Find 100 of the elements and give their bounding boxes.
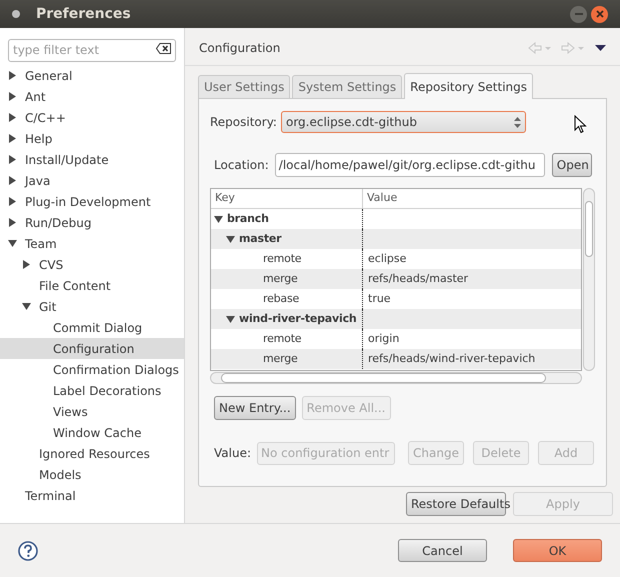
tree-item-label: Window Cache xyxy=(53,424,142,442)
expanded-arrow-icon[interactable] xyxy=(226,234,235,244)
tree-item-label: Models xyxy=(39,466,82,484)
value-cell-text: origin xyxy=(367,330,400,347)
table-row[interactable]: merge refs/heads/wind-river-tepavich xyxy=(211,349,581,369)
expanded-arrow-icon[interactable] xyxy=(226,314,235,324)
expanded-arrow-icon[interactable] xyxy=(22,302,31,311)
open-button[interactable]: Open xyxy=(552,153,592,177)
tree-item-label: Confirmation Dialogs xyxy=(53,362,179,378)
tree-item[interactable]: Terminal xyxy=(0,485,184,506)
close-button[interactable] xyxy=(591,6,608,22)
tree-item-label: CVS xyxy=(39,256,64,274)
window-title: Preferences xyxy=(36,4,131,24)
key-cell-text: rebase xyxy=(262,290,300,307)
key-cell-text: remote xyxy=(262,250,302,267)
collapsed-arrow-icon[interactable] xyxy=(8,134,17,143)
tab[interactable]: System Settings xyxy=(292,75,402,98)
value-cell-text: true xyxy=(367,290,392,307)
entry-button[interactable]: New Entry... xyxy=(214,396,296,420)
tree-item-label: Configuration xyxy=(53,340,134,358)
tree-item-label: C/C++ xyxy=(25,110,66,126)
tree-item-label: Plug-in Development xyxy=(25,194,151,210)
collapsed-arrow-icon[interactable] xyxy=(8,113,17,122)
key-cell-text: merge xyxy=(262,350,298,367)
filter-field[interactable]: type filter text xyxy=(8,38,176,62)
value-cell-text: refs/heads/wind-river-tepavich xyxy=(367,350,536,367)
tree-item-label: Terminal xyxy=(25,488,76,504)
tree-item[interactable]: General xyxy=(0,65,184,86)
cancel-button[interactable]: Cancel xyxy=(398,539,487,562)
tree-item[interactable]: Help xyxy=(0,128,184,149)
tree-item[interactable]: Ignored Resources xyxy=(0,443,184,464)
tree-item-label: File Content xyxy=(39,278,111,294)
value-cell-text: eclipse xyxy=(367,250,408,267)
repository-label: Repository: xyxy=(210,114,277,131)
mouse-pointer-icon xyxy=(574,115,587,134)
tree-item-label: Commit Dialog xyxy=(53,320,142,336)
collapsed-arrow-icon[interactable] xyxy=(8,176,17,185)
tree-item[interactable]: Models xyxy=(0,464,184,485)
window-menu-icon[interactable] xyxy=(12,10,20,18)
tree-item[interactable]: Views xyxy=(0,401,184,422)
tree-item[interactable]: Java xyxy=(0,170,184,191)
tree-item[interactable]: Install/Update xyxy=(0,149,184,170)
tree-item-label: Views xyxy=(53,404,88,420)
tree-item-label: Help xyxy=(25,130,52,148)
tree-item[interactable]: Git xyxy=(0,296,184,317)
tree-item[interactable]: C/C++ xyxy=(0,107,184,128)
clear-icon[interactable] xyxy=(156,43,171,54)
menu-icon[interactable] xyxy=(595,44,606,50)
key-cell-text: remote xyxy=(262,330,302,347)
key-cell-text: master xyxy=(239,230,282,247)
collapsed-arrow-icon[interactable] xyxy=(8,92,17,101)
collapsed-arrow-icon[interactable] xyxy=(8,155,17,164)
tree-item-label: Label Decorations xyxy=(53,382,162,400)
ok-button[interactable]: OK xyxy=(513,539,602,562)
collapsed-arrow-icon[interactable] xyxy=(8,197,17,206)
collapsed-arrow-icon[interactable] xyxy=(8,218,17,227)
table-row[interactable]: wind-river-tepavich xyxy=(211,309,581,329)
expanded-arrow-icon[interactable] xyxy=(214,214,223,224)
tree-item-label: General xyxy=(25,68,72,84)
location-field[interactable]: /local/home/pawel/git/org.eclipse.cdt-githu xyxy=(274,153,545,177)
spinner-arrows-icon xyxy=(514,116,521,128)
table-row[interactable]: merge refs/heads/master xyxy=(211,269,581,289)
help-icon[interactable] xyxy=(18,540,38,560)
tree-item-label: Ignored Resources xyxy=(39,446,150,462)
tree-item[interactable]: Label Decorations xyxy=(0,380,184,401)
tree-item[interactable]: Confirmation Dialogs xyxy=(0,359,184,380)
column-header[interactable]: Key xyxy=(211,189,363,208)
tree-item-label: Team xyxy=(25,236,57,252)
expanded-arrow-icon[interactable] xyxy=(8,239,17,248)
tree-item-label: Run/Debug xyxy=(25,214,92,232)
tab[interactable]: Repository Settings xyxy=(404,73,534,99)
tree-item[interactable]: Team xyxy=(0,233,184,254)
key-cell-text: wind-river-tepavich xyxy=(239,310,357,327)
table-row[interactable]: master xyxy=(211,229,581,249)
value-label: Value: xyxy=(214,445,251,462)
horizontal-scrollbar[interactable] xyxy=(210,372,582,384)
key-cell-text: branch xyxy=(227,210,269,227)
tree-item[interactable]: Run/Debug xyxy=(0,212,184,233)
tree-item[interactable]: Configuration xyxy=(0,338,184,359)
collapsed-arrow-icon[interactable] xyxy=(22,260,31,269)
vertical-scrollbar[interactable] xyxy=(583,188,595,371)
close-icon xyxy=(596,10,604,18)
page-title: Configuration xyxy=(199,40,280,56)
tree-item-label: Install/Update xyxy=(25,152,109,168)
tab[interactable]: User Settings xyxy=(198,75,290,98)
tree-item[interactable]: CVS xyxy=(0,254,184,275)
tree-item-label: Git xyxy=(39,298,56,316)
collapsed-arrow-icon[interactable] xyxy=(8,71,17,80)
tree-item[interactable]: File Content xyxy=(0,275,184,296)
repository-dropdown[interactable]: org.eclipse.cdt-github xyxy=(280,111,526,133)
location-label: Location: xyxy=(214,157,269,174)
tree-item[interactable]: Plug-in Development xyxy=(0,191,184,212)
tree-item[interactable]: Commit Dialog xyxy=(0,317,184,338)
tree-item-label: Java xyxy=(25,172,50,190)
tree-item[interactable]: Ant xyxy=(0,86,184,107)
column-header[interactable]: Value xyxy=(363,189,581,208)
tree-item-label: Ant xyxy=(25,88,46,106)
value-cell-text: refs/heads/master xyxy=(367,270,470,287)
tree-item[interactable]: Window Cache xyxy=(0,422,184,443)
key-cell-text: merge xyxy=(262,270,298,287)
